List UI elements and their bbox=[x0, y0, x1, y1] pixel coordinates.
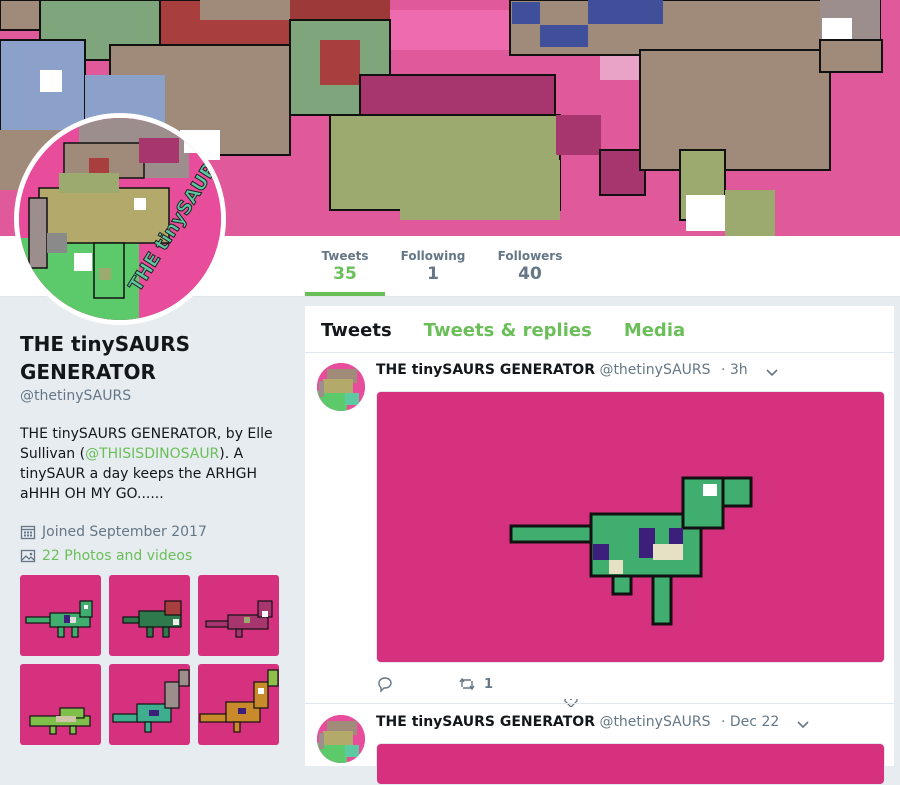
tab-media[interactable]: Media bbox=[608, 306, 701, 352]
tweet[interactable]: THE tinySAURS GENERATOR @thetinySAURS · … bbox=[305, 353, 894, 707]
calendar-icon bbox=[20, 525, 36, 540]
joined-text: Joined September 2017 bbox=[42, 524, 207, 540]
following-stat[interactable]: Following 1 bbox=[394, 236, 472, 296]
reply-icon bbox=[378, 677, 392, 693]
profile-handle[interactable]: @thetinySAURS bbox=[20, 388, 285, 404]
tweet-header: THE tinySAURS GENERATOR @thetinySAURS · … bbox=[376, 714, 779, 730]
profile-name: THE tinySAURS GENERATOR bbox=[20, 332, 191, 384]
tweet-image[interactable] bbox=[376, 391, 885, 663]
tweet-header: THE tinySAURS GENERATOR @thetinySAURS · … bbox=[376, 362, 748, 378]
tweets-stat-label: Tweets bbox=[321, 249, 369, 263]
retweet-button[interactable]: 1 bbox=[458, 675, 493, 693]
chevron-down-icon[interactable] bbox=[796, 717, 810, 734]
tweets-stat-value: 35 bbox=[333, 264, 357, 284]
tweet-author-name[interactable]: THE tinySAURS GENERATOR bbox=[376, 714, 595, 730]
chevron-down-icon[interactable] bbox=[765, 365, 779, 382]
reply-button[interactable] bbox=[376, 675, 394, 693]
photo-thumbnail[interactable] bbox=[20, 575, 101, 656]
tweet-divider bbox=[305, 703, 894, 704]
joined-date: Joined September 2017 bbox=[20, 524, 285, 540]
followers-stat-label: Followers bbox=[497, 249, 563, 263]
retweet-count: 1 bbox=[484, 676, 494, 692]
followers-stat-value: 40 bbox=[518, 264, 542, 284]
tweet-image[interactable] bbox=[376, 743, 885, 785]
retweet-icon bbox=[459, 677, 475, 691]
profile-avatar[interactable]: THE tinySAUR GENERATOR bbox=[14, 113, 226, 325]
following-stat-label: Following bbox=[400, 249, 466, 263]
tweet-timestamp[interactable]: · Dec 22 bbox=[721, 714, 779, 730]
image-icon bbox=[20, 549, 36, 563]
timeline: Tweets Tweets & replies Media THE tinySA… bbox=[305, 306, 894, 785]
tweet-avatar[interactable] bbox=[317, 715, 365, 763]
tweet[interactable]: THE tinySAURS GENERATOR @thetinySAURS · … bbox=[305, 705, 894, 785]
following-stat-value: 1 bbox=[427, 264, 439, 284]
tweet-author-handle[interactable]: @thetinySAURS bbox=[599, 714, 710, 730]
profile-bio: THE tinySAURS GENERATOR, by Elle Sulliva… bbox=[20, 424, 285, 504]
photo-thumbnail[interactable] bbox=[20, 664, 101, 745]
tweets-stat[interactable]: Tweets 35 bbox=[305, 236, 385, 296]
profile-card: THE tinySAURS GENERATOR @thetinySAURS TH… bbox=[20, 330, 285, 540]
tweet-author-name[interactable]: THE tinySAURS GENERATOR bbox=[376, 362, 595, 378]
tab-tweets[interactable]: Tweets bbox=[305, 306, 408, 352]
tweet-actions: 1 bbox=[376, 675, 676, 699]
photo-thumbnail[interactable] bbox=[109, 575, 190, 656]
photos-videos-label: 22 Photos and videos bbox=[42, 548, 193, 564]
tweet-author-handle[interactable]: @thetinySAURS bbox=[599, 362, 710, 378]
photo-thumbnail[interactable] bbox=[198, 575, 279, 656]
bio-mention-link[interactable]: @THISISDINOSAUR bbox=[85, 446, 219, 462]
tab-tweets-replies[interactable]: Tweets & replies bbox=[408, 306, 608, 352]
tweet-timestamp[interactable]: · 3h bbox=[721, 362, 748, 378]
tweet-avatar[interactable] bbox=[317, 363, 365, 411]
photo-thumbnail[interactable] bbox=[198, 664, 279, 745]
timeline-tabs: Tweets Tweets & replies Media bbox=[305, 306, 894, 353]
followers-stat[interactable]: Followers 40 bbox=[492, 236, 568, 296]
photo-thumbnail[interactable] bbox=[109, 664, 190, 745]
photos-videos-link[interactable]: 22 Photos and videos bbox=[20, 548, 192, 564]
